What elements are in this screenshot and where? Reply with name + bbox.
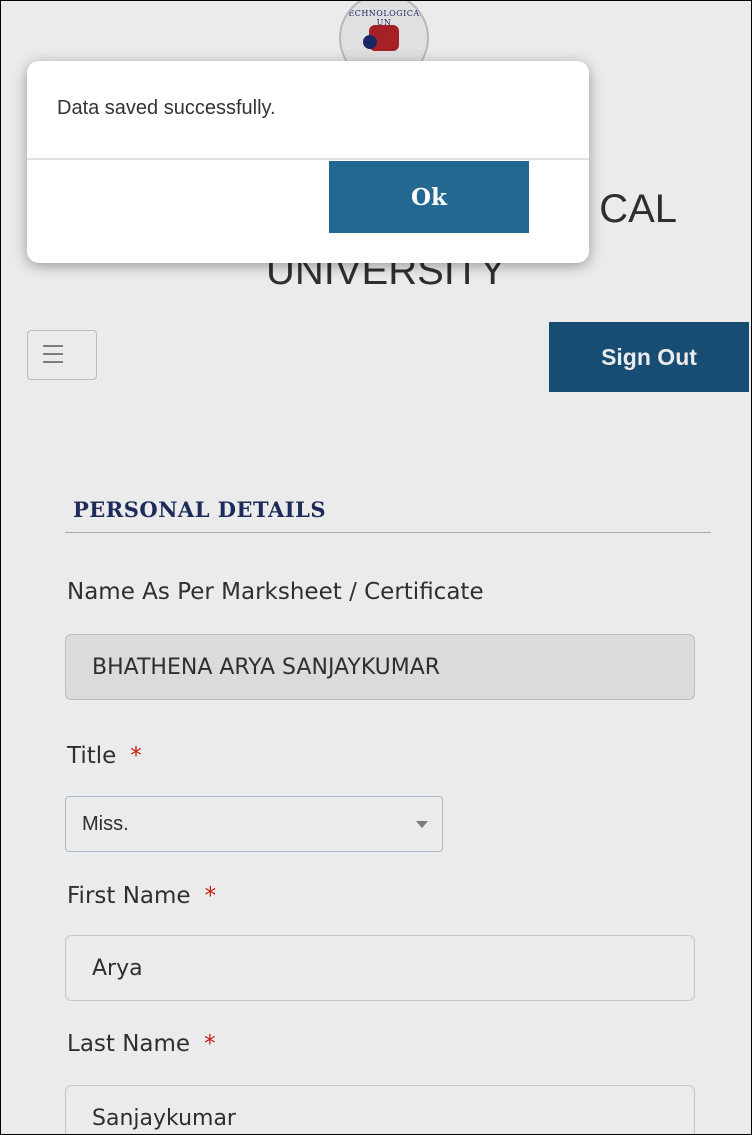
success-dialog: Data saved successfully. Ok [27, 61, 589, 263]
ok-button[interactable]: Ok [329, 161, 529, 233]
dialog-divider [27, 158, 589, 160]
dialog-message: Data saved successfully. [57, 97, 276, 119]
app-frame: TECHNOLOGICAL UN CAL UNIVERSITY Sign Out… [0, 0, 752, 1135]
